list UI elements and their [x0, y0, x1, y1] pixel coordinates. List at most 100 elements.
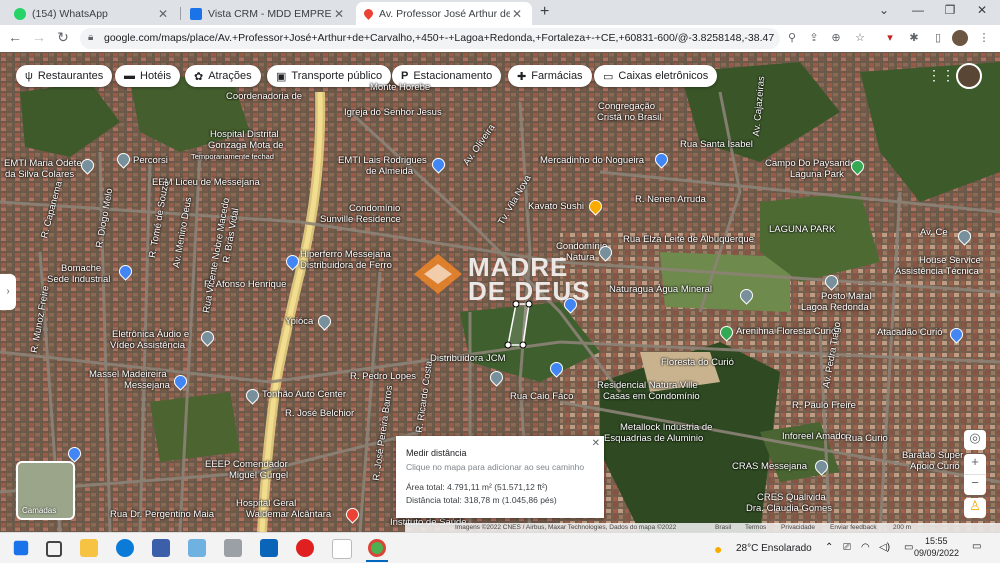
- watermark-emblem-icon: [414, 254, 462, 294]
- map-label: Rua Curio: [845, 433, 888, 444]
- privacy-link[interactable]: Privacidade: [781, 524, 815, 531]
- map-label: R. Paulo Freire: [792, 400, 856, 411]
- store-icon[interactable]: [152, 539, 170, 557]
- tray-chevron-icon[interactable]: ⌃: [825, 542, 833, 553]
- new-tab-button[interactable]: +: [540, 3, 549, 21]
- map-label: Av. Ce: [920, 227, 948, 238]
- map-label: Mercadinho do Nogueira: [540, 155, 645, 166]
- windows-taskbar: ● 28°C Ensolarado ⌃ ⎚ ◠ ◁) ▭ 15:55 09/09…: [0, 532, 1000, 563]
- tab-whatsapp[interactable]: (154) WhatsApp ✕: [6, 2, 178, 25]
- apps-grid-icon[interactable]: ⋮⋮: [927, 67, 955, 84]
- close-window-button[interactable]: ✕: [972, 3, 992, 17]
- chip-label: Atrações: [208, 70, 252, 82]
- restaurant-icon: ψ: [25, 70, 33, 82]
- zoom-icon[interactable]: ⊕: [828, 31, 844, 44]
- side-panel-icon[interactable]: ▯: [930, 31, 946, 44]
- my-location-button[interactable]: ◎: [964, 430, 986, 450]
- map-label: R. José Belchior: [285, 408, 355, 419]
- zoom-out-button[interactable]: −: [964, 474, 986, 495]
- map-label: Condomínio: [349, 203, 401, 214]
- forward-button[interactable]: →: [30, 29, 48, 45]
- map-label: EMTI Lais Rodrigues: [338, 155, 427, 166]
- terms-link[interactable]: Termos: [745, 524, 766, 531]
- map-label: Laguna Park: [790, 169, 844, 180]
- reload-button[interactable]: ↻: [54, 29, 72, 46]
- country-link[interactable]: Brasil: [715, 524, 731, 531]
- opera-icon[interactable]: [296, 539, 314, 557]
- minimize-button[interactable]: —: [908, 3, 928, 17]
- volume-icon[interactable]: ◁): [879, 542, 890, 553]
- profile-avatar[interactable]: [952, 30, 968, 46]
- map-label: Rua Dr. Pergentino Maia: [110, 509, 215, 520]
- close-tab-icon[interactable]: ✕: [156, 7, 170, 21]
- feedback-link[interactable]: Enviar feedback: [830, 524, 877, 531]
- chip-hotels[interactable]: ▬ Hotéis: [115, 65, 181, 87]
- mail-icon[interactable]: [260, 539, 278, 557]
- map-label: Metallock Industria de: [620, 422, 713, 433]
- menu-kebab-icon[interactable]: ⋮: [976, 31, 992, 44]
- map-label: Floresta do Curió: [661, 357, 734, 368]
- map-label: CRES Qualivida: [757, 492, 826, 503]
- map-label: Campo Do Paysandu: [765, 158, 856, 169]
- extension-icon[interactable]: ▾: [882, 31, 898, 44]
- tab-maps[interactable]: Av. Professor José Arthur de Car ✕: [356, 2, 532, 25]
- close-icon[interactable]: ✕: [592, 438, 600, 449]
- map-label: R. Nenen Arruda: [635, 194, 706, 205]
- app-icon[interactable]: [188, 539, 206, 557]
- tab-title: Av. Professor José Arthur de Car: [379, 7, 510, 20]
- parking-icon: P: [401, 70, 409, 82]
- chrome-icon[interactable]: [368, 539, 386, 557]
- start-button[interactable]: [13, 540, 29, 556]
- account-avatar[interactable]: [956, 63, 982, 89]
- maximize-button[interactable]: ❐: [940, 3, 960, 17]
- map-label: Igreja do Senhor Jesus: [344, 107, 442, 118]
- map-label: Sunville Residence: [320, 214, 401, 225]
- map-label: Hiperferro Messejana: [300, 249, 391, 260]
- notifications-icon[interactable]: ▭: [972, 541, 981, 552]
- address-bar[interactable]: 🔒︎ google.com/maps/place/Av.+Professor+J…: [80, 28, 780, 49]
- tab-strip: (154) WhatsApp ✕ Vista CRM - MDD EMPREEN…: [0, 0, 1000, 25]
- map-label: Messejana: [124, 380, 170, 391]
- bookmark-star-icon[interactable]: ☆: [852, 31, 868, 44]
- clock-time[interactable]: 15:55: [925, 536, 948, 546]
- map-label: Monte Horebe: [370, 82, 431, 93]
- tab-search-icon[interactable]: ⌄: [874, 3, 894, 17]
- chip-attractions[interactable]: ✿ Atrações: [185, 65, 261, 87]
- map-label: Baratão Super: [902, 450, 964, 461]
- measure-hint: Clique no mapa para adicionar ao seu cam…: [406, 462, 585, 472]
- map-label: Waldemar Alcântara: [246, 509, 332, 520]
- measure-title: Medir distância: [406, 448, 467, 458]
- pegman-icon[interactable]: ♙: [964, 498, 986, 518]
- back-button[interactable]: ←: [6, 29, 24, 45]
- close-tab-icon[interactable]: ✕: [510, 7, 524, 21]
- wifi-icon[interactable]: ◠: [861, 542, 870, 553]
- network-icon[interactable]: ⎚: [843, 542, 851, 553]
- notepad-icon[interactable]: [332, 539, 352, 559]
- chip-atms[interactable]: ▭ Caixas eletrônicos: [594, 65, 718, 87]
- task-view-icon[interactable]: [46, 541, 62, 557]
- weather-text[interactable]: 28°C Ensolarado: [736, 543, 812, 554]
- map-label: Rua Elza Leite de Albuquerque: [623, 234, 754, 245]
- share-icon[interactable]: ⇪: [806, 31, 822, 44]
- chip-label: Transporte público: [291, 70, 383, 82]
- map-label: Miguel Gurgel: [229, 470, 289, 481]
- scale-label[interactable]: 200 m: [893, 524, 911, 531]
- battery-icon[interactable]: ▭: [904, 542, 913, 553]
- map-label: Apoio Curió: [910, 461, 960, 472]
- chip-pharmacies[interactable]: ✚ Farmácias: [508, 65, 592, 87]
- clock-date[interactable]: 09/09/2022: [914, 548, 959, 558]
- collapse-panel-button[interactable]: ›: [0, 274, 16, 310]
- zoom-in-button[interactable]: +: [964, 454, 986, 474]
- extensions-puzzle-icon[interactable]: ✱: [906, 31, 922, 44]
- chip-restaurants[interactable]: ψ Restaurantes: [16, 65, 113, 87]
- map-label: Residencial Natura Ville: [597, 380, 698, 391]
- layers-button[interactable]: Camadas: [16, 461, 75, 520]
- app-icon[interactable]: [224, 539, 242, 557]
- file-explorer-icon[interactable]: [80, 539, 98, 557]
- tab-crm[interactable]: Vista CRM - MDD EMPREENDIME ✕: [182, 2, 354, 25]
- location-icon[interactable]: ⚲: [784, 31, 800, 44]
- edge-icon[interactable]: [116, 539, 134, 557]
- map-label: EMTI Maria Odete: [4, 158, 82, 169]
- close-tab-icon[interactable]: ✕: [332, 7, 346, 21]
- satellite-map[interactable]: ψ Restaurantes ▬ Hotéis ✿ Atrações ▣ Transpo…: [0, 52, 1000, 532]
